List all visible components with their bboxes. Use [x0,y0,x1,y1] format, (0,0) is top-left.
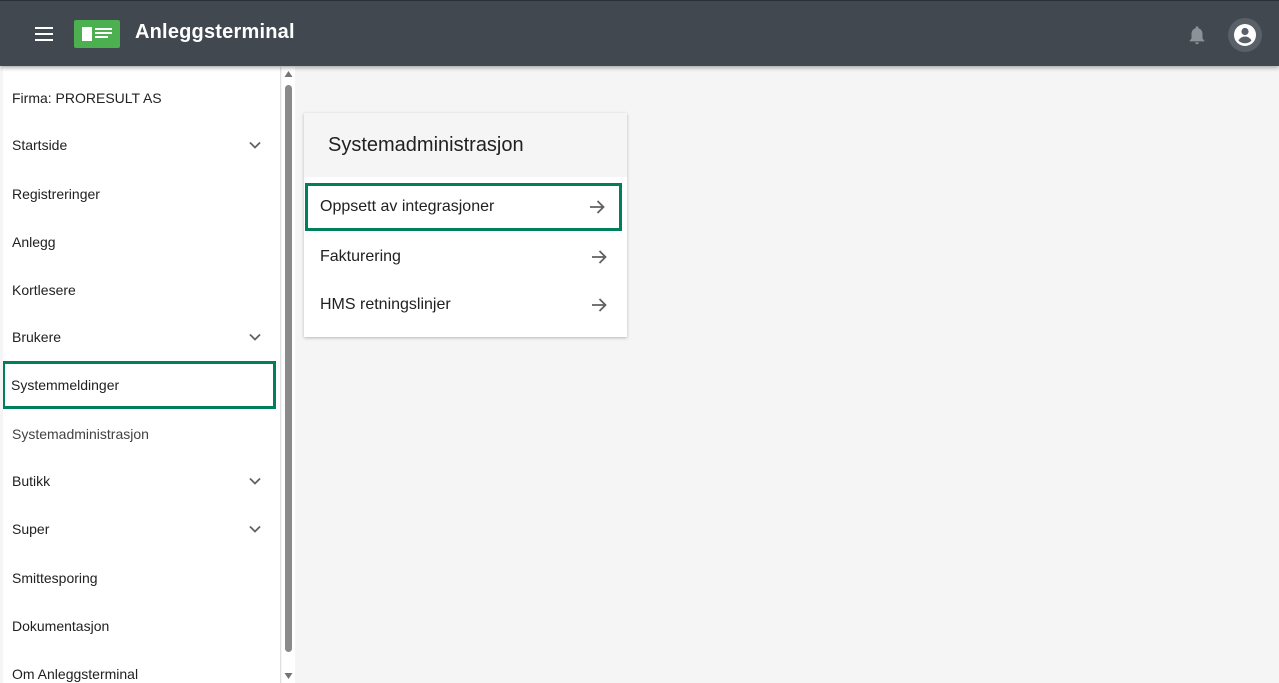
firma-label: Firma: PRORESULT AS [12,90,162,106]
arrow-right-icon [592,250,607,264]
arrow-right-icon [590,200,605,214]
sidebar-item-butikk[interactable]: Butikk [3,457,280,505]
sidebar-item-label: Brukere [12,329,62,345]
sidebar-item-smittesporing[interactable]: Smittesporing [3,554,280,602]
sidebar-item-label: Super [12,521,50,537]
sidebar-item-registreringer[interactable]: Registreringer [3,170,280,218]
sidebar-item-dokumentasjon[interactable]: Dokumentasjon [3,602,280,650]
sidebar-nav: Firma: PRORESULT AS Startside Registreri… [3,67,281,683]
sidebar-item-label: Kortlesere [12,282,76,298]
scroll-up-arrow-icon[interactable] [283,69,294,79]
sidebar-item-label: Om Anleggsterminal [12,666,139,682]
arrow-right-icon [592,298,607,312]
app-title: Anleggsterminal [135,21,295,43]
card-item-label: Fakturering [320,248,401,265]
card-title: Systemadministrasjon [328,133,524,156]
card-item-label: Oppsett av integrasjoner [320,198,495,215]
chevron-down-icon [249,477,261,485]
sidebar-item-label: Startside [12,137,68,153]
card-item-fakturering[interactable]: Fakturering [304,233,627,281]
sidebar-item-anlegg[interactable]: Anlegg [3,218,280,266]
chevron-down-icon [249,141,261,149]
sidebar-item-om-anleggsterminal[interactable]: Om Anleggsterminal [3,650,280,683]
hamburger-menu-icon[interactable] [32,23,56,45]
sidebar-item-super[interactable]: Super [3,505,280,553]
sidebar-item-kortlesere[interactable]: Kortlesere [3,266,280,314]
scrollbar-thumb[interactable] [285,85,292,652]
card-item-oppsett-av-integrasjoner[interactable]: Oppsett av integrasjoner [305,183,622,231]
sidebar-item-label: Systemmeldinger [11,377,120,393]
systemadministrasjon-card: Systemadministrasjon Oppsett av integras… [304,113,627,337]
terminal-logo-icon [74,20,120,48]
sidebar-item-startside[interactable]: Startside [3,121,280,169]
sidebar-item-label: Registreringer [12,186,100,202]
account-circle-icon[interactable] [1228,18,1262,52]
sidebar-item-label: Systemadministrasjon [12,426,149,442]
scroll-down-arrow-icon[interactable] [283,671,294,681]
sidebar-item-label: Anlegg [12,234,56,250]
sidebar-item-systemmeldinger[interactable]: Systemmeldinger [3,361,276,409]
sidebar-scrollbar[interactable] [282,67,295,683]
chevron-down-icon [249,333,261,341]
sidebar-item-brukere[interactable]: Brukere [3,313,280,361]
card-item-hms-retningslinjer[interactable]: HMS retningslinjer [304,281,627,329]
chevron-down-icon [249,525,261,533]
sidebar-item-label: Smittesporing [12,570,98,586]
bell-icon[interactable] [1186,23,1208,47]
top-app-bar: Anleggsterminal [0,0,1279,66]
card-item-label: HMS retningslinjer [320,296,451,313]
sidebar-item-systemadministrasjon[interactable]: Systemadministrasjon [3,410,280,458]
card-header: Systemadministrasjon [304,113,627,177]
sidebar-item-label: Butikk [12,473,51,489]
sidebar-item-label: Dokumentasjon [12,618,110,634]
